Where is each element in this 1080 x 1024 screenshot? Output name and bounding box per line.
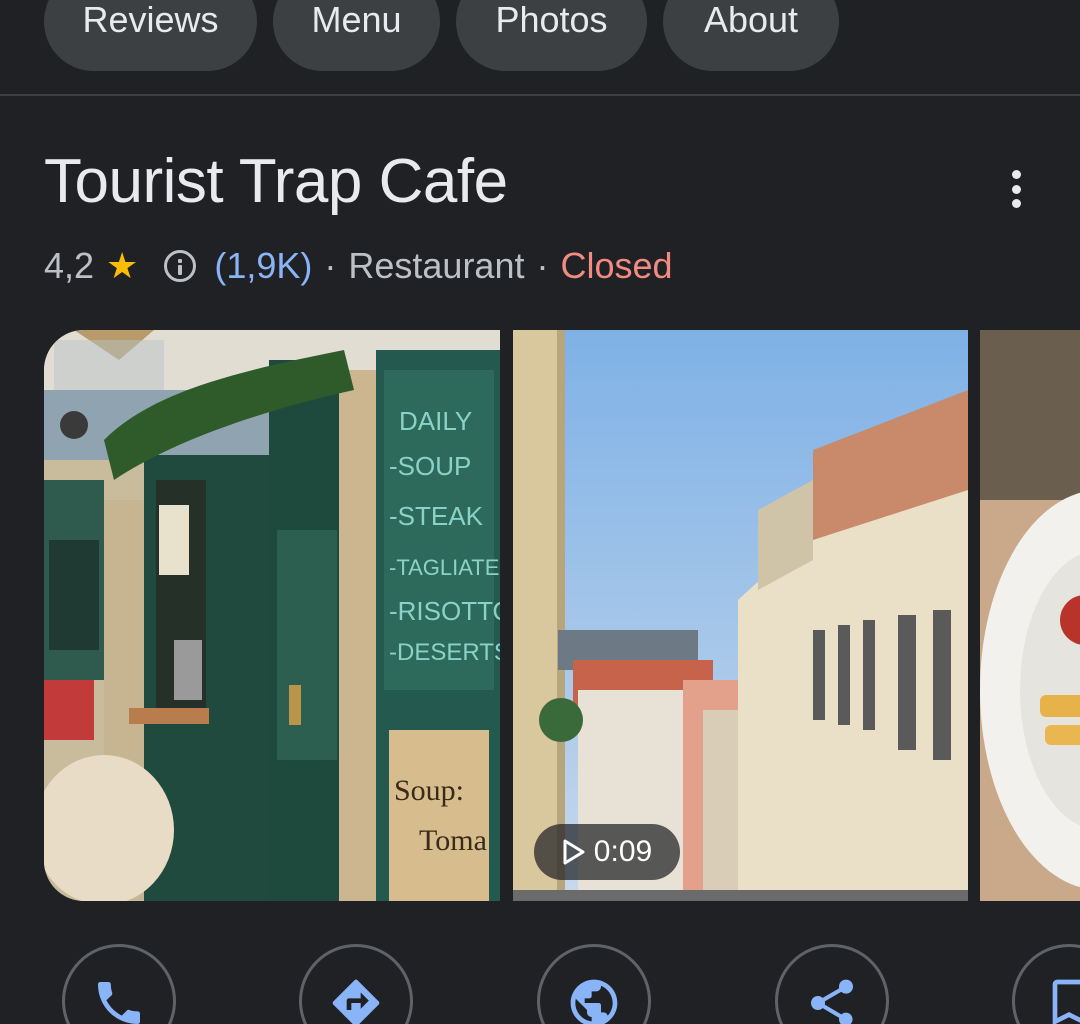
share-button[interactable] — [775, 944, 889, 1024]
tab-reviews[interactable]: Reviews — [44, 0, 257, 71]
tab-label: Reviews — [82, 0, 219, 40]
tab-about[interactable]: About — [663, 0, 839, 71]
tab-bar: Reviews Menu Photos About — [0, 0, 1080, 95]
bookmark-icon — [1052, 979, 1080, 1024]
rating-value: 4,2 — [44, 245, 95, 286]
meta-separator: · — [324, 245, 337, 286]
svg-text:DAILY: DAILY — [399, 406, 472, 436]
tab-label: About — [703, 0, 799, 40]
tab-label: Menu — [311, 0, 402, 40]
phone-icon — [98, 982, 140, 1024]
place-sheet: Reviews Menu Photos About Tourist Trap C… — [0, 0, 1080, 1024]
place-meta: 4,2 ★ (1,9K) · Restaurant · Closed — [44, 244, 673, 288]
info-icon[interactable] — [164, 250, 197, 282]
website-button[interactable] — [537, 944, 651, 1024]
directions-button[interactable] — [299, 944, 413, 1024]
place-title: Tourist Trap Cafe — [44, 147, 508, 216]
tab-label: Photos — [495, 0, 608, 40]
svg-text:-RISOTTO: -RISOTTO — [389, 596, 500, 626]
website-icon — [570, 979, 618, 1024]
svg-text:Soup:: Soup: — [394, 774, 464, 807]
open-status: Closed — [560, 245, 673, 286]
video-street[interactable] — [513, 330, 968, 901]
play-icon — [563, 839, 585, 865]
photo-storefront[interactable]: DAILY -SOUP -STEAK -TAGLIATEL -RISOTTO -… — [44, 330, 500, 901]
svg-text:Toma: Toma — [419, 824, 487, 857]
place-category: Restaurant — [348, 245, 525, 286]
share-icon — [811, 979, 853, 1024]
tab-menu[interactable]: Menu — [273, 0, 440, 71]
svg-text:-STEAK: -STEAK — [389, 501, 484, 531]
meta-separator: · — [536, 245, 549, 286]
svg-text:-DESERTS: -DESERTS — [389, 639, 500, 666]
tab-divider — [0, 94, 1080, 96]
video-duration-badge: 0:09 — [534, 824, 680, 880]
svg-text:-SOUP: -SOUP — [389, 451, 471, 481]
directions-icon — [332, 979, 380, 1024]
more-options-icon[interactable] — [996, 164, 1036, 214]
video-duration: 0:09 — [593, 835, 653, 868]
tab-photos[interactable]: Photos — [456, 0, 647, 71]
svg-text:-TAGLIATEL: -TAGLIATEL — [389, 555, 500, 580]
star-icon: ★ — [106, 245, 139, 286]
save-button[interactable] — [1012, 944, 1080, 1024]
call-button[interactable] — [62, 944, 176, 1024]
photo-food[interactable] — [980, 330, 1080, 901]
review-count-link[interactable]: (1,9K) — [214, 245, 312, 287]
